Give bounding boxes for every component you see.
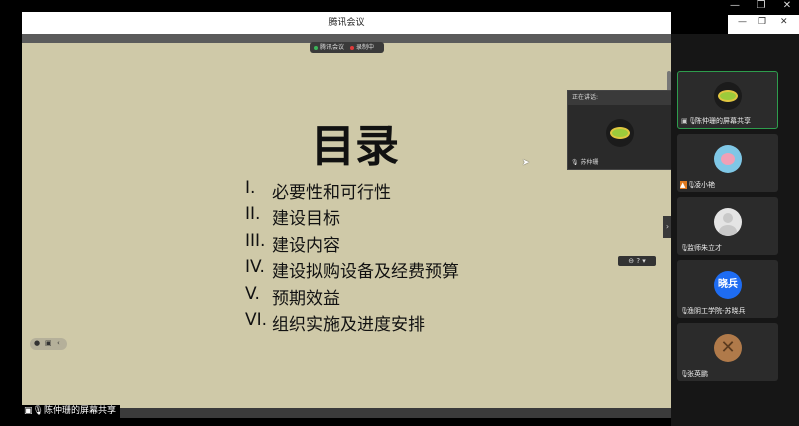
- speaking-name: 🎙 苏仲珊: [571, 159, 599, 166]
- participant-tile[interactable]: ▲ 🎙凌小艳: [677, 134, 778, 192]
- participant-name: ▣🎙陈仲珊的屏幕共享: [681, 117, 751, 125]
- speaking-tile[interactable]: 正在讲话: 🎙 苏仲珊: [567, 90, 676, 170]
- participant-tile[interactable]: ▣🎙陈仲珊的屏幕共享: [677, 71, 778, 129]
- participant-name: ▲ 🎙凌小艳: [680, 181, 715, 189]
- recording-label: 录制中: [355, 44, 374, 51]
- meeting-window-controls: — ❐ ✕: [728, 15, 799, 34]
- participant-name: 🎙张英鹏: [680, 370, 708, 378]
- toc-item: IV. 建设拟购设备及经费预算: [245, 257, 459, 283]
- mouse-cursor-icon: ➤: [522, 158, 530, 168]
- leaf-avatar: [606, 119, 634, 147]
- minimize-button[interactable]: —: [738, 17, 747, 27]
- slide-toc: I. 必要性和可行性 II. 建设目标 III. 建设内容 IV. 建设拟购设备及经费预…: [245, 178, 545, 336]
- mic-icon: 🎙: [571, 159, 579, 166]
- mic-icon: 🎙: [680, 244, 689, 252]
- chevron-down-icon[interactable]: ▾: [642, 257, 646, 265]
- recording-dot: [349, 45, 354, 50]
- toc-item: VI. 组织实施及进度安排: [245, 309, 425, 335]
- outer-restore-button[interactable]: ❐: [748, 0, 774, 12]
- user-icon: ▲: [680, 181, 687, 189]
- participant-tile[interactable]: ✕ 🎙张英鹏: [677, 323, 778, 381]
- screen-share-icon: ▣: [24, 406, 33, 416]
- pig-avatar: [714, 145, 742, 173]
- participant-tile[interactable]: 晓兵 🎙渔阴工学院-苏晓兵: [677, 260, 778, 318]
- toc-item: III. 建设内容: [245, 230, 340, 256]
- window-title: 腾讯会议: [328, 18, 365, 28]
- help-icon[interactable]: ?: [636, 257, 640, 265]
- outer-titlebar: [0, 0, 799, 12]
- text-avatar: 晓兵: [714, 271, 742, 299]
- mic-icon: 🎙: [687, 181, 696, 189]
- mic-icon: 🎙: [32, 406, 44, 416]
- participant-name: 🎙监师朱立才: [680, 244, 722, 252]
- close-button[interactable]: ✕: [780, 17, 788, 27]
- outer-close-button[interactable]: ✕: [774, 0, 799, 12]
- view-icon[interactable]: ●: [34, 339, 40, 347]
- zoom-icon[interactable]: ⊖: [628, 257, 634, 265]
- chevron-left-icon[interactable]: ‹: [57, 339, 60, 347]
- participant-tile[interactable]: 🎙监师朱立才: [677, 197, 778, 255]
- outer-minimize-button[interactable]: —: [722, 0, 748, 12]
- share-toolbar-mini[interactable]: ● ▣ ‹: [30, 338, 67, 350]
- speaking-header: 正在讲话:: [568, 91, 676, 105]
- screen-share-icon: ▣: [681, 117, 688, 125]
- mic-icon: 🎙: [688, 117, 697, 125]
- sharer-label: ▣🎙陈仲珊的屏幕共享: [22, 405, 120, 418]
- slide-title: 目录: [311, 121, 399, 172]
- mic-icon: 🎙: [680, 370, 689, 378]
- leaf-avatar: [714, 82, 742, 110]
- toc-item: I. 必要性和可行性: [245, 178, 391, 203]
- layout-icon[interactable]: ▣: [45, 339, 52, 347]
- app-label: 腾讯会议: [320, 44, 345, 51]
- meeting-titlebar: 腾讯会议: [22, 12, 671, 35]
- app-status-dot: [314, 45, 318, 50]
- participant-name: 🎙渔阴工学院-苏晓兵: [680, 307, 746, 315]
- mic-icon: 🎙: [680, 307, 689, 315]
- wood-avatar: ✕: [714, 334, 742, 362]
- zoom-control[interactable]: ⊖ ? ▾: [618, 256, 656, 266]
- meeting-status-pill[interactable]: 腾讯会议 录制中: [310, 42, 384, 53]
- restore-button[interactable]: ❐: [758, 17, 766, 27]
- default-avatar: [714, 208, 742, 236]
- toc-item: V. 预期效益: [245, 283, 340, 309]
- toc-item: II. 建设目标: [245, 204, 340, 230]
